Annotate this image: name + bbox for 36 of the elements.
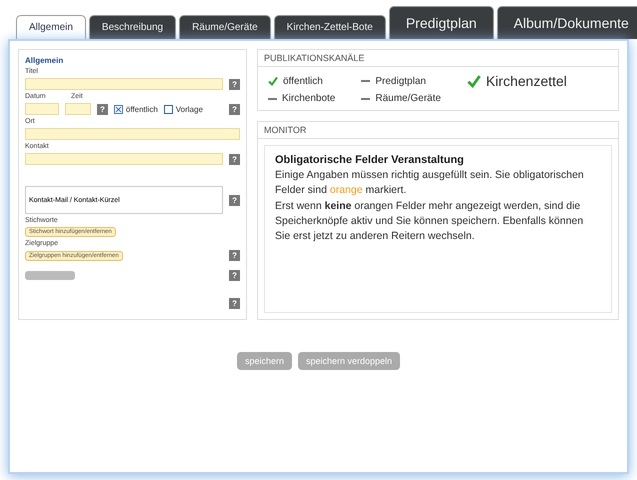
time-field[interactable]	[65, 103, 91, 115]
help-button[interactable]: ?	[229, 194, 240, 206]
save-button[interactable]: speichern	[236, 352, 292, 370]
help-button[interactable]: ?	[229, 270, 240, 281]
location-field[interactable]	[25, 128, 240, 140]
checkbox[interactable]	[114, 104, 123, 114]
tab[interactable]: Allgemein	[16, 15, 86, 39]
title-field[interactable]	[25, 78, 224, 90]
tab[interactable]: Predigtplan	[388, 6, 494, 39]
panel-title: PUBLIKATIONSKANÄLE	[258, 50, 618, 67]
checkbox-label: öffentlich	[126, 104, 158, 114]
tab[interactable]: Räume/Geräte	[179, 15, 271, 39]
channel-label: Kirchenbote	[282, 93, 336, 104]
help-button[interactable]: ?	[97, 104, 108, 114]
checkbox[interactable]	[164, 104, 173, 114]
tab[interactable]: Beschreibung	[88, 15, 176, 39]
help-button[interactable]: ?	[229, 154, 240, 164]
channel-label: Räume/Geräte	[375, 93, 441, 104]
message-text: Erst wenn keine orangen Felder mehr angezeigt werden, sind die Speicherknöpfe aktiv und Sie können speichern. Ebenfalls können Sie erst jetzt zu anderen Reitern wechseln.	[275, 199, 584, 244]
panel-title: MONITOR	[258, 122, 618, 139]
help-button[interactable]: ?	[229, 104, 240, 114]
section-heading: Allgemein	[25, 56, 64, 65]
help-button[interactable]: ?	[229, 78, 240, 90]
date-field[interactable]	[25, 103, 59, 115]
channel-label: öffentlich	[283, 76, 323, 86]
tab[interactable]: Album/Dokumente	[496, 6, 637, 39]
help-button[interactable]: ?	[229, 250, 240, 261]
contact-field[interactable]	[25, 153, 224, 165]
message-text: Einige Angaben müssen richtig ausgefüllt sein. Sie obligatorischen Felder sind orange markiert.	[275, 168, 585, 198]
tab[interactable]: Kirchen-Zettel-Bote	[274, 15, 386, 39]
channel-label: Predigtplan	[375, 76, 426, 86]
message-heading: Obligatorische Felder Veranstaltung	[275, 154, 465, 166]
channel-label: Kirchenzettel	[486, 73, 567, 89]
save-button[interactable]: speichern verdoppeln	[298, 352, 400, 370]
checkbox-label: Vorlage	[176, 104, 203, 114]
help-button[interactable]: ?	[229, 298, 240, 309]
